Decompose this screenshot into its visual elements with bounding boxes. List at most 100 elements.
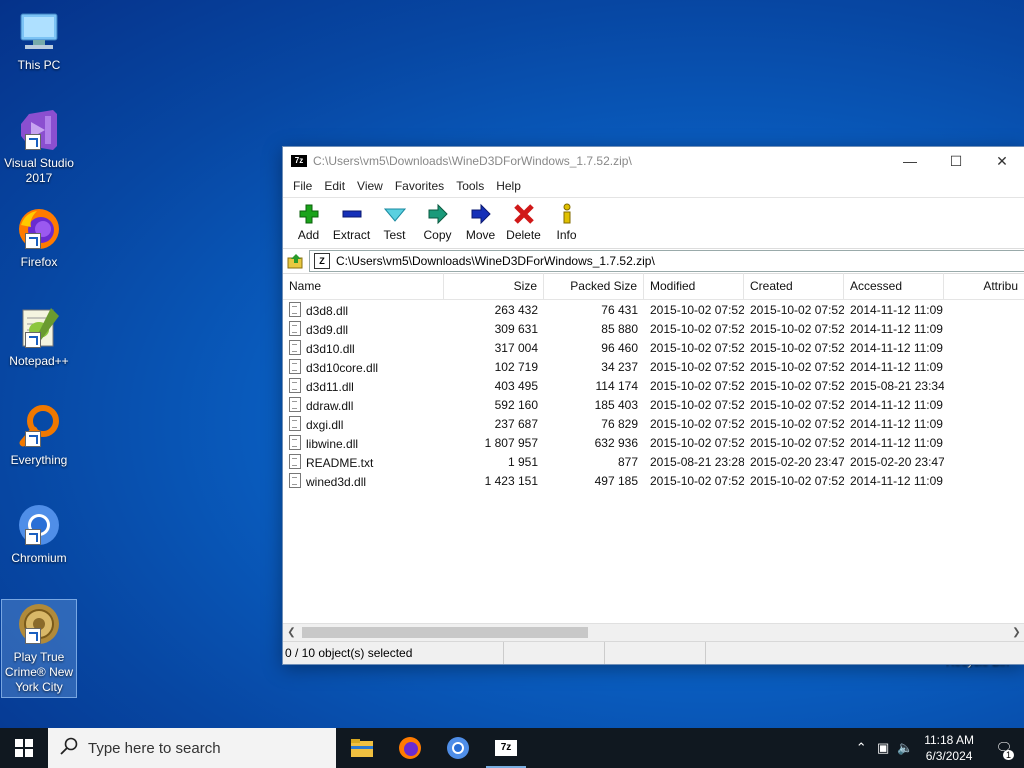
column-accessed[interactable]: Accessed	[844, 273, 944, 299]
network-icon[interactable]: ▣	[872, 740, 894, 756]
file-row[interactable]: libwine.dll 1 807 957 632 936 2015-10-02 07…	[283, 433, 1024, 452]
file-row[interactable]: dxgi.dll 237 687 76 829 2015-10-02 07:52 201…	[283, 414, 1024, 433]
clock-date: 6/3/2024	[925, 749, 973, 763]
desktop-icon-chromium[interactable]: Chromium	[2, 501, 76, 566]
shortcut-arrow-icon	[25, 431, 41, 447]
address-text: C:\Users\vm5\Downloads\WineD3DForWindows…	[336, 254, 655, 268]
start-button[interactable]	[0, 728, 48, 768]
menu-edit[interactable]: Edit	[318, 179, 351, 193]
desktop-icon-everything[interactable]: Everything	[2, 403, 76, 468]
horizontal-scrollbar[interactable]: ❮ ❯	[283, 623, 1024, 641]
this-pc-icon	[15, 8, 63, 56]
shortcut-arrow-icon	[25, 134, 41, 150]
desktop-icon-this-pc[interactable]: This PC	[2, 8, 76, 73]
file-packed-size-cell: 76 431	[601, 302, 638, 317]
copy-button[interactable]: Copy	[416, 198, 459, 242]
file-created-cell: 2015-10-02 07:52	[750, 340, 844, 355]
file-size-cell: 1 951	[507, 454, 538, 469]
file-name-text: libwine.dll	[306, 436, 359, 451]
file-created-cell: 2015-10-02 07:52	[750, 378, 844, 393]
file-icon	[289, 472, 301, 488]
file-name-cell: libwine.dll	[283, 434, 444, 451]
file-name-cell: d3d10.dll	[283, 339, 444, 356]
taskbar-chromium[interactable]	[434, 728, 482, 768]
file-row[interactable]: d3d9.dll 309 631 85 880 2015-10-02 07:52 201…	[283, 319, 1024, 338]
shortcut-arrow-icon	[25, 233, 41, 249]
file-row[interactable]: d3d10core.dll 102 719 34 237 2015-10-02 07:…	[283, 357, 1024, 376]
file-packed-size-cell: 114 174	[595, 378, 639, 393]
taskbar-search-box[interactable]: Type here to search	[48, 728, 336, 768]
maximize-button[interactable]: ☐	[933, 147, 979, 175]
column-name[interactable]: Name	[283, 273, 444, 299]
copy-arrow-icon	[426, 203, 450, 225]
file-modified-cell: 2015-10-02 07:52	[650, 359, 744, 374]
file-row[interactable]: ddraw.dll 592 160 185 403 2015-10-02 07:52 2…	[283, 395, 1024, 414]
notification-center-icon[interactable]: 🗨 1	[984, 740, 1024, 760]
taskbar-firefox[interactable]	[386, 728, 434, 768]
desktop-icon-notepad-plus-plus[interactable]: Notepad++	[2, 304, 76, 369]
file-packed-size-cell: 34 237	[601, 359, 638, 374]
info-icon	[555, 203, 579, 224]
file-icon	[289, 396, 301, 412]
menu-file[interactable]: File	[287, 179, 318, 193]
column-size[interactable]: Size	[444, 273, 544, 299]
file-row[interactable]: wined3d.dll 1 423 151 497 185 2015-10-02 07…	[283, 471, 1024, 490]
info-button[interactable]: Info	[545, 198, 588, 242]
close-button[interactable]: ✕	[979, 147, 1024, 175]
file-row[interactable]: d3d10.dll 317 004 96 460 2015-10-02 07:52 20…	[283, 338, 1024, 357]
desktop-icon-label: Play True Crime® New York City	[4, 650, 74, 694]
column-packed-size[interactable]: Packed Size	[544, 273, 644, 299]
desktop-icon-label: Visual Studio 2017	[4, 156, 74, 185]
desktop-icon-firefox[interactable]: Firefox	[2, 205, 76, 270]
chevron-up-icon[interactable]: ⌃	[850, 740, 872, 756]
column-attributes[interactable]: Attribu	[944, 273, 1024, 299]
file-created-cell: 2015-10-02 07:52	[750, 416, 844, 431]
column-created[interactable]: Created	[744, 273, 844, 299]
windows-logo-icon	[15, 739, 33, 757]
file-row[interactable]: README.txt 1 951 877 2015-08-21 23:28 2015-0…	[283, 452, 1024, 471]
up-folder-button[interactable]	[283, 250, 309, 272]
shortcut-arrow-icon	[25, 628, 41, 644]
minimize-button[interactable]: —	[887, 147, 933, 175]
file-size-cell: 1 807 957	[484, 435, 538, 450]
clock[interactable]: 11:18 AM 6/3/2024	[924, 732, 974, 764]
file-name-cell: ddraw.dll	[283, 396, 444, 413]
file-row[interactable]: d3d8.dll 263 432 76 431 2015-10-02 07:52 201…	[283, 300, 1024, 319]
desktop-icon-label: Notepad++	[9, 354, 69, 368]
scroll-left-icon[interactable]: ❮	[283, 624, 300, 641]
menu-view[interactable]: View	[351, 179, 389, 193]
delete-button[interactable]: Delete	[502, 198, 545, 242]
taskbar-file-explorer[interactable]	[338, 728, 386, 768]
menu-favorites[interactable]: Favorites	[389, 179, 450, 193]
desktop-icon-visual-studio[interactable]: Visual Studio 2017	[2, 106, 76, 186]
desktop-icon-play-true-crime[interactable]: Play True Crime® New York City	[1, 599, 77, 698]
file-size-cell: 317 004	[494, 340, 538, 355]
firefox-icon	[15, 205, 63, 253]
taskbar-7zip[interactable]: 7z	[482, 728, 530, 768]
column-modified[interactable]: Modified	[644, 273, 744, 299]
scroll-right-icon[interactable]: ❯	[1008, 624, 1024, 641]
file-name-text: ddraw.dll	[306, 398, 354, 413]
menu-tools[interactable]: Tools	[450, 179, 490, 193]
file-name-cell: d3d11.dll	[283, 377, 444, 394]
file-icon	[289, 320, 301, 336]
chromium-icon	[447, 737, 469, 759]
move-button[interactable]: Move	[459, 198, 502, 242]
file-created-cell: 2015-10-02 07:52	[750, 435, 844, 450]
add-button[interactable]: Add	[287, 198, 330, 242]
file-name-text: d3d11.dll	[306, 379, 354, 394]
sevenzip-app-icon: 7z	[291, 155, 307, 167]
address-input[interactable]: Z C:\Users\vm5\Downloads\WineD3DForWindo…	[309, 250, 1024, 272]
menu-help[interactable]: Help	[490, 179, 527, 193]
test-button[interactable]: Test	[373, 198, 416, 242]
file-name-cell: dxgi.dll	[283, 415, 444, 432]
system-tray: ⌃ ▣ 🔈 11:18 AM 6/3/2024 🗨 1	[850, 728, 1024, 768]
scrollbar-thumb[interactable]	[302, 627, 588, 638]
file-icon	[289, 358, 301, 374]
title-bar[interactable]: 7z C:\Users\vm5\Downloads\WineD3DForWind…	[283, 147, 1024, 175]
file-name-text: README.txt	[306, 455, 374, 470]
extract-button[interactable]: Extract	[330, 198, 373, 242]
file-row[interactable]: d3d11.dll 403 495 114 174 2015-10-02 07:52 2…	[283, 376, 1024, 395]
file-name-cell: d3d8.dll	[283, 301, 444, 318]
volume-muted-icon[interactable]: 🔈	[894, 740, 916, 756]
